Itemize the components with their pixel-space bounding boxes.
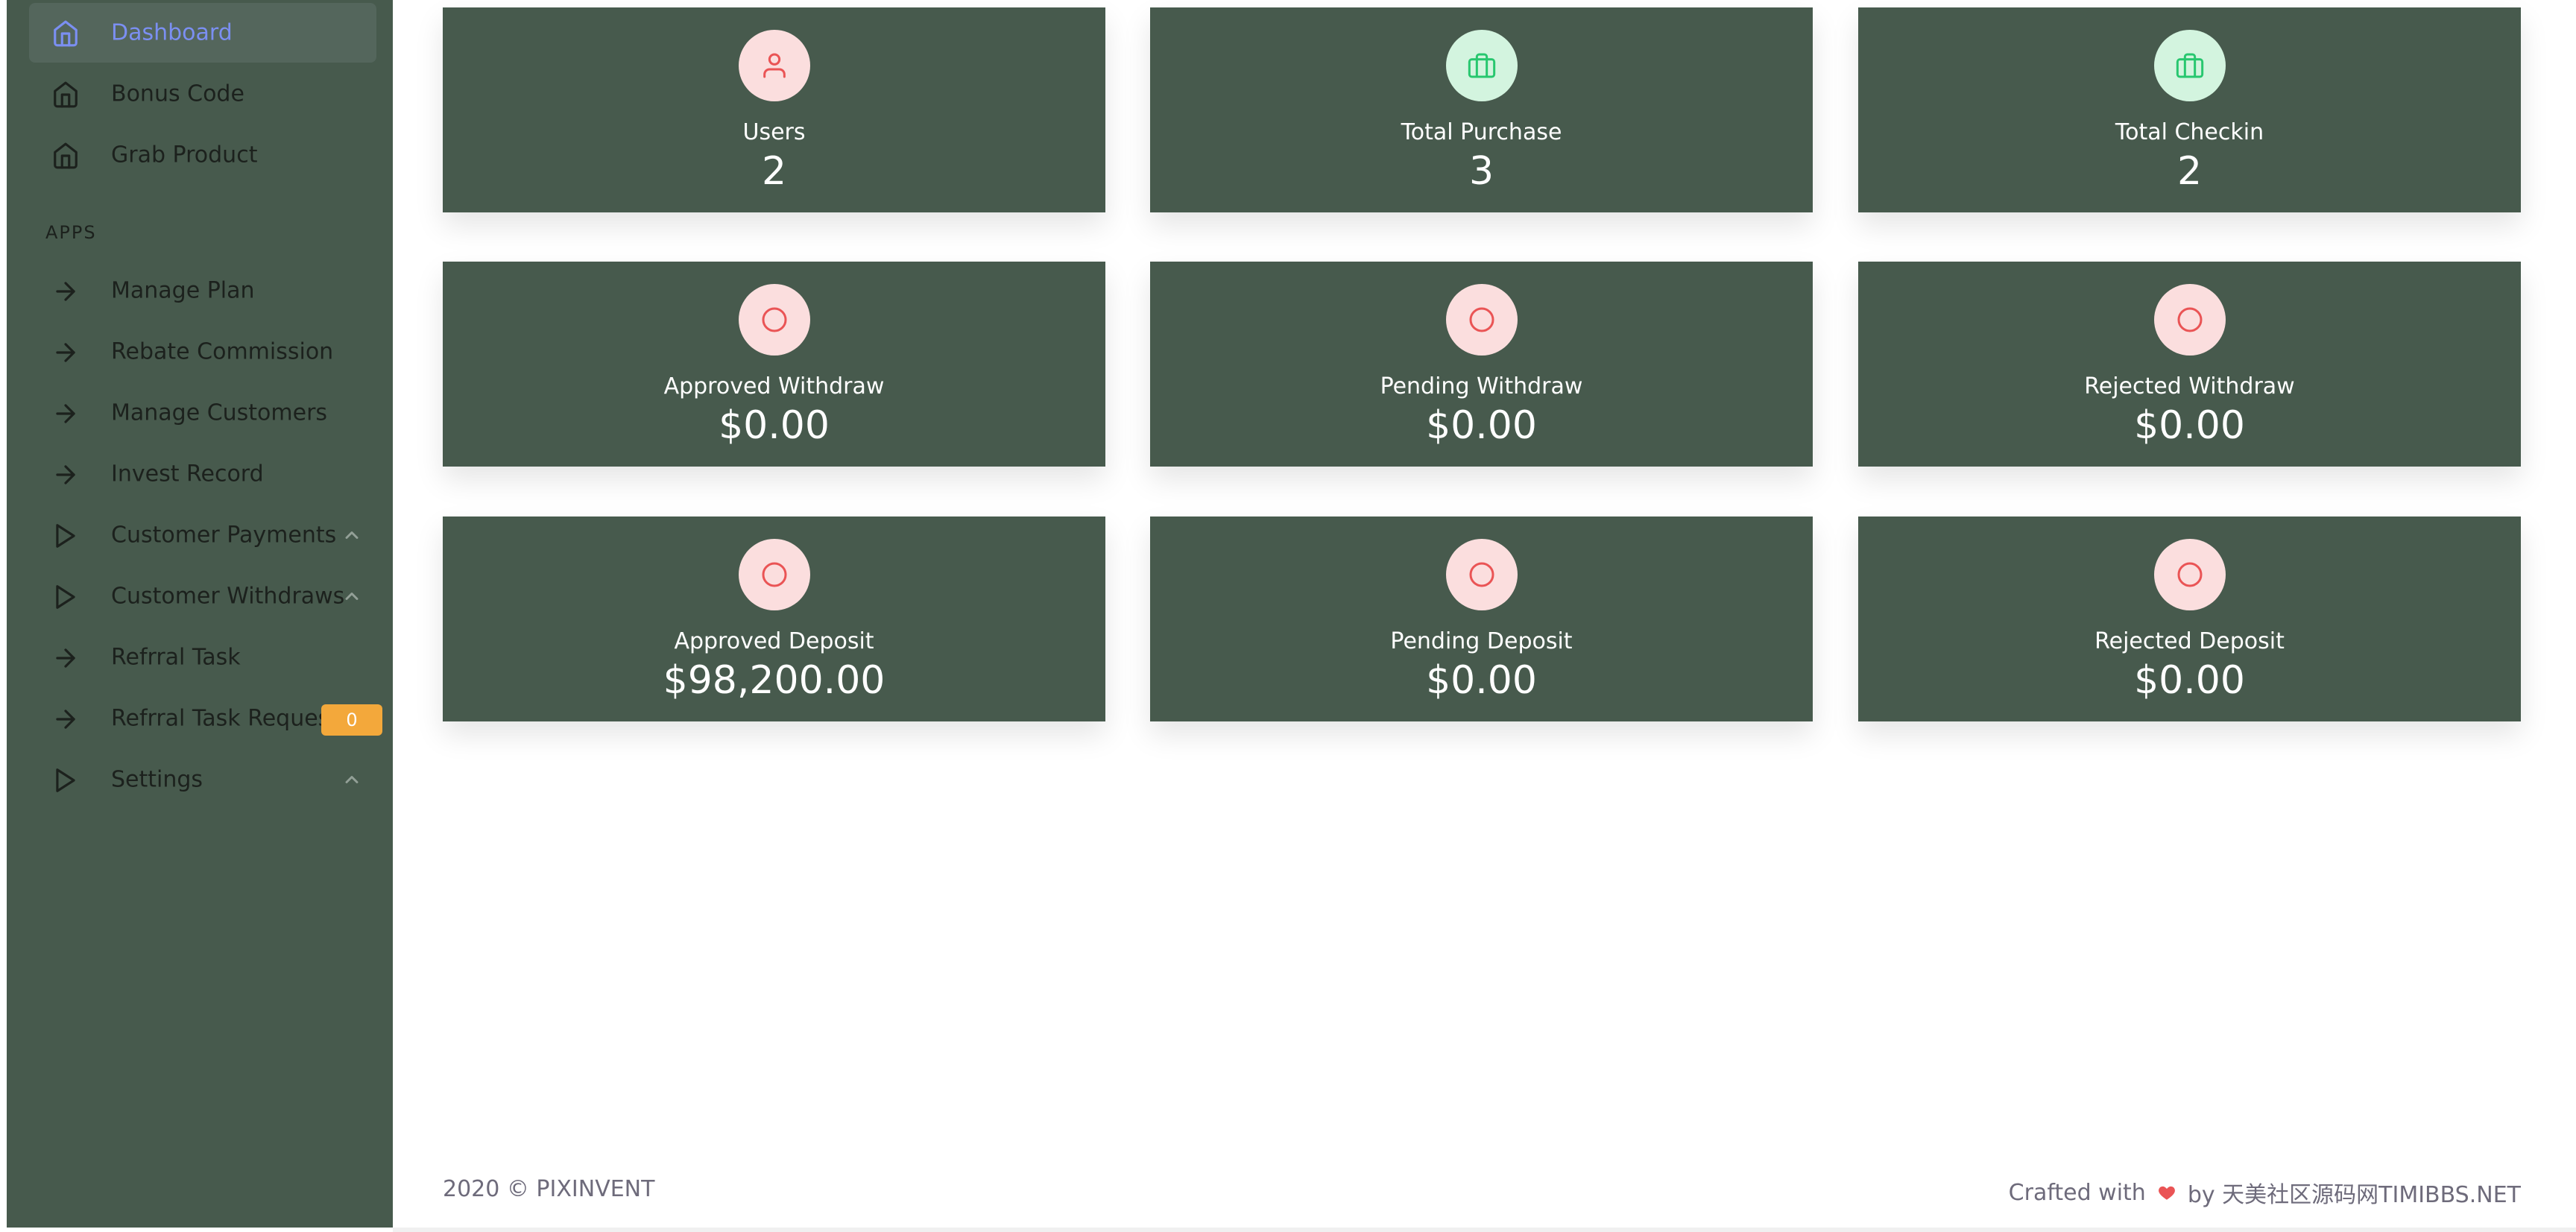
circle-icon: [2177, 562, 2202, 587]
chevron-up-icon[interactable]: [341, 525, 363, 546]
icon-circle: [1445, 539, 1518, 610]
sidebar-item-refrral-task[interactable]: Refrral Task: [29, 628, 376, 687]
sidebar-item-manage-customers[interactable]: Manage Customers: [29, 383, 376, 443]
briefcase-icon: [1468, 53, 1495, 78]
sidebar-item-manage-plan[interactable]: Manage Plan: [29, 261, 376, 320]
stat-card-total-checkin: Total Checkin 2: [1858, 7, 2521, 212]
icon-circle: [1445, 284, 1518, 356]
sidebar-item-rebate-commission[interactable]: Rebate Commission: [29, 322, 376, 382]
stat-card-approved-deposit: Approved Deposit $98,200.00: [443, 517, 1105, 721]
crafted-suffix: by 天美社区源码网TIMIBBS.NET: [2187, 1182, 2521, 1208]
stat-label: Total Checkin: [2115, 119, 2264, 145]
stat-card-approved-withdraw: Approved Withdraw $0.00: [443, 262, 1105, 467]
icon-circle: [2153, 539, 2226, 610]
stat-value: 2: [761, 149, 787, 194]
circle-icon: [1469, 562, 1494, 587]
home-icon: [54, 142, 78, 169]
sidebar-item-bonus-code[interactable]: Bonus Code: [29, 64, 376, 124]
count-badge: 0: [321, 704, 382, 736]
user-icon: [763, 53, 786, 78]
icon-circle: [738, 30, 810, 101]
play-icon: [56, 585, 75, 609]
stat-card-rejected-deposit: Rejected Deposit $0.00: [1858, 517, 2521, 721]
stat-value: 3: [1468, 149, 1494, 194]
stat-card-rejected-withdraw: Rejected Withdraw $0.00: [1858, 262, 2521, 467]
sidebar-item-refrral-task-request[interactable]: Refrral Task Request 0: [29, 689, 382, 748]
stat-label: Pending Withdraw: [1380, 373, 1583, 399]
sidebar-item-label: Manage Plan: [111, 277, 255, 304]
play-icon: [56, 768, 75, 792]
stat-value: $0.00: [1426, 403, 1537, 448]
divider: [393, 1228, 2576, 1232]
arrow-right-icon: [56, 343, 75, 362]
home-icon: [54, 81, 78, 108]
stat-label: Pending Deposit: [1390, 628, 1573, 654]
sidebar-item-customer-withdraws[interactable]: Customer Withdraws: [29, 566, 376, 626]
stat-card-users: Users 2: [443, 7, 1105, 212]
icon-circle: [2153, 284, 2226, 356]
stat-card-total-purchase: Total Purchase 3: [1150, 7, 1813, 212]
stat-value: 2: [2176, 149, 2203, 194]
play-icon: [56, 524, 75, 548]
stat-card-pending-deposit: Pending Deposit $0.00: [1150, 517, 1813, 721]
sidebar-item-label: Manage Customers: [111, 399, 328, 426]
sidebar-item-customer-payments[interactable]: Customer Payments: [29, 505, 376, 565]
stat-value: $0.00: [1426, 658, 1537, 703]
heart-icon: [2158, 1186, 2175, 1200]
stat-label: Rejected Withdraw: [2084, 373, 2295, 399]
sidebar-item-label: Grab Product: [111, 142, 258, 168]
icon-circle: [738, 539, 810, 610]
sidebar-item-label: Customer Payments: [111, 522, 337, 549]
sidebar-item-label: Settings: [111, 766, 203, 793]
sidebar: Dashboard Bonus Code Grab Product APPS M…: [7, 0, 393, 1228]
sidebar-item-label: Invest Record: [111, 461, 264, 487]
stat-value: $0.00: [719, 403, 830, 448]
icon-circle: [1445, 30, 1518, 101]
page: Dashboard Bonus Code Grab Product APPS M…: [0, 0, 2576, 1232]
arrow-right-icon: [56, 465, 75, 484]
sidebar-item-dashboard[interactable]: Dashboard: [29, 3, 376, 63]
arrow-right-icon: [56, 710, 75, 729]
circle-icon: [2177, 307, 2202, 332]
crafted-prefix: Crafted with: [2008, 1179, 2146, 1206]
section-label-apps: APPS: [45, 222, 97, 243]
stat-label: Approved Deposit: [674, 628, 874, 654]
stat-value: $0.00: [2134, 403, 2245, 448]
stat-label: Approved Withdraw: [663, 373, 885, 399]
sidebar-item-settings[interactable]: Settings: [29, 750, 376, 809]
chevron-up-icon[interactable]: [341, 586, 363, 607]
stat-label: Users: [742, 119, 806, 145]
stat-value: $98,200.00: [663, 658, 886, 703]
sidebar-item-label: Customer Withdraws: [111, 583, 345, 610]
sidebar-item-label: Refrral Task Request: [111, 705, 321, 732]
sidebar-item-label: Bonus Code: [111, 80, 244, 107]
arrow-right-icon: [56, 404, 75, 423]
copyright-text: 2020 © PIXINVENT: [443, 1176, 655, 1202]
home-icon: [54, 20, 78, 47]
briefcase-icon: [2176, 53, 2203, 78]
circle-icon: [1469, 307, 1494, 332]
circle-icon: [762, 307, 786, 332]
stat-label: Total Purchase: [1401, 119, 1562, 145]
circle-icon: [762, 562, 786, 587]
icon-circle: [2153, 30, 2226, 101]
crafted-by-text: Crafted with by 天美社区源码网TIMIBBS.NET: [2009, 1176, 2521, 1209]
sidebar-item-grab-product[interactable]: Grab Product: [29, 125, 376, 185]
sidebar-item-label: Rebate Commission: [111, 338, 334, 365]
arrow-right-icon: [56, 648, 75, 668]
sidebar-item-invest-record[interactable]: Invest Record: [29, 444, 376, 504]
sidebar-item-label: Dashboard: [111, 19, 233, 46]
chevron-up-icon[interactable]: [341, 769, 363, 790]
arrow-right-icon: [56, 282, 75, 301]
stat-label: Rejected Deposit: [2094, 628, 2285, 654]
stat-value: $0.00: [2134, 658, 2245, 703]
icon-circle: [738, 284, 810, 356]
sidebar-item-label: Refrral Task: [111, 644, 241, 671]
stat-card-pending-withdraw: Pending Withdraw $0.00: [1150, 262, 1813, 467]
